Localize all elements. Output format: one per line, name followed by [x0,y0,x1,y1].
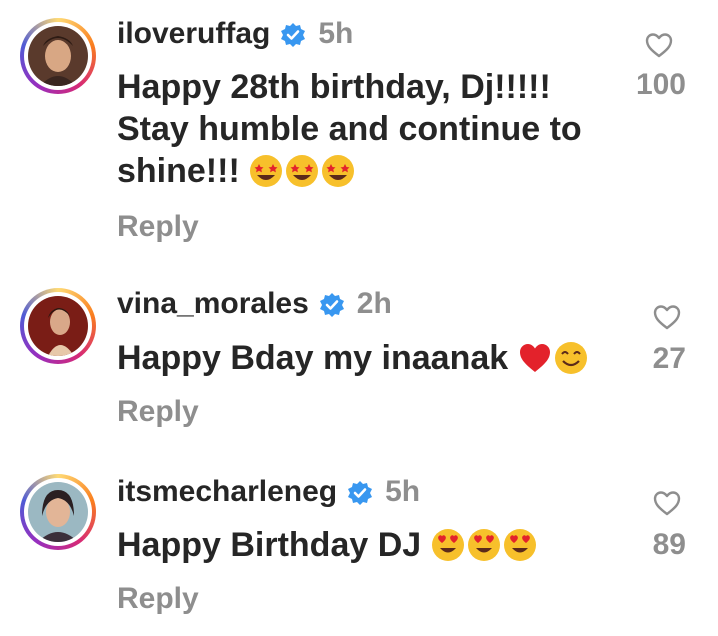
avatar[interactable] [20,474,96,550]
verified-badge-icon [347,479,373,505]
avatar[interactable] [20,18,96,94]
avatar[interactable] [20,288,96,364]
star-struck-emoji [285,154,319,198]
comment-text: Happy Birthday DJ [117,524,617,572]
heart-icon[interactable] [645,32,673,58]
red-heart-emoji [518,341,552,385]
like-count: 100 [635,68,686,101]
like-count: 27 [652,342,686,375]
smiling-face-emoji [554,341,588,385]
username[interactable]: vina_morales [117,286,309,322]
star-struck-emoji [321,154,355,198]
comment-item: itsmecharleneg 5h Happy Birthday DJ Repl… [0,466,718,636]
timestamp: 5h [385,475,421,508]
comment-text: Happy Bday my inaanak [117,337,617,385]
heart-icon[interactable] [653,304,681,330]
heart-eyes-emoji [503,528,537,572]
comment-text-line: Happy 28th birthday, Dj!!!!! [117,68,551,106]
heart-eyes-emoji [431,528,465,572]
heart-icon[interactable] [653,490,681,516]
like-count: 89 [652,528,686,561]
comment-text: Happy 28th birthday, Dj!!!!! Stay humble… [117,66,617,198]
comment-header: iloveruffag 5h [117,16,353,52]
comment-text-line: shine!!! [117,150,617,198]
heart-eyes-emoji [467,528,501,572]
reply-button[interactable]: Reply [117,582,199,616]
comment-header: itsmecharleneg 5h [117,474,420,510]
comment-header: vina_morales 2h [117,286,392,322]
star-struck-emoji [249,154,283,198]
timestamp: 5h [318,17,354,50]
reply-button[interactable]: Reply [117,395,199,429]
comment-text-line: Stay humble and continue to [117,110,582,148]
verified-badge-icon [319,291,345,317]
comment-item: iloveruffag 5h Happy 28th birthday, Dj!!… [0,0,718,260]
verified-badge-icon [280,21,306,47]
timestamp: 2h [356,287,392,320]
reply-button[interactable]: Reply [117,210,199,244]
username[interactable]: iloveruffag [117,16,270,52]
username[interactable]: itsmecharleneg [117,474,337,510]
comment-item: vina_morales 2h Happy Bday my inaanak Re… [0,280,718,440]
